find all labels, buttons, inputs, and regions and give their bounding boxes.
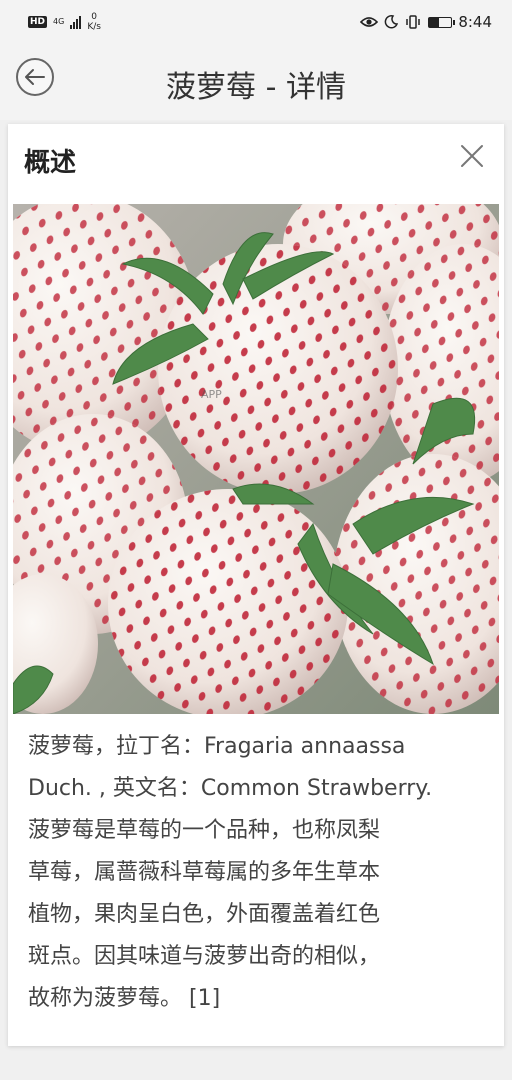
hd-badge: HD [28,16,48,28]
description-line: Duch. , 英文名：Common Strawberry. [28,776,433,801]
photo-watermark: APP [201,388,222,401]
moon-icon [385,15,399,29]
detail-card: 概述 APP 菠萝莓，拉丁名：Fragaria annaassa Duch. ,… [8,124,504,1046]
clock: 8:44 [458,13,492,31]
network-speed: 0 K/s [87,12,101,32]
card-title: 概述 [24,148,77,178]
speed-unit: K/s [87,22,101,32]
eye-icon [360,17,379,27]
battery-icon [428,16,456,28]
description-line: 草莓，属蔷薇科草莓属的多年生草本 [28,860,381,885]
description-line: 菠萝莓，拉丁名：Fragaria annaassa [28,734,406,759]
strawberry-photo: APP [13,204,499,714]
network-type: 4G [53,17,65,26]
description-line: 斑点。因其味道与菠萝出奇的相似， [28,944,381,969]
description-line: 菠萝莓是草莓的一个品种，也称凤梨 [28,818,381,843]
vibrate-icon [406,15,421,29]
status-bar: HD 4G 0 K/s 8:44 [0,0,512,44]
description-line: 故称为菠萝莓。 [1] [28,986,221,1011]
description-line: 植物，果肉呈白色，外面覆盖着红色 [28,902,381,927]
signal-icon [70,15,82,29]
speed-value: 0 [91,12,97,22]
page-title: 菠萝莓 - 详情 [166,70,346,105]
description: 菠萝莓，拉丁名：Fragaria annaassa Duch. , 英文名：Co… [28,726,490,1020]
close-icon[interactable] [456,140,488,172]
